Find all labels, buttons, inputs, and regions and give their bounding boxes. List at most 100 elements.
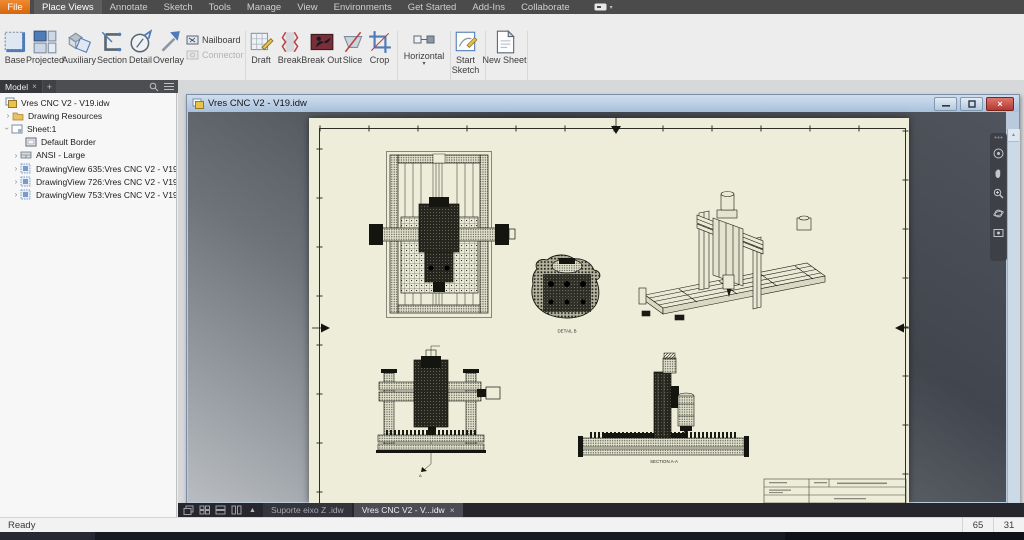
tile-vertical-icon[interactable] bbox=[229, 505, 244, 515]
browser-tab-close-icon[interactable]: × bbox=[32, 82, 37, 91]
status-count-2: 31 bbox=[993, 518, 1024, 533]
browser-menu-icon[interactable] bbox=[164, 82, 174, 91]
menu-tab-collaborate[interactable]: Collaborate bbox=[513, 0, 578, 14]
break-out-button[interactable]: Break Out bbox=[303, 29, 340, 79]
file-menu-button[interactable]: File bbox=[0, 0, 30, 14]
tree-item-default-border[interactable]: Default Border bbox=[0, 136, 176, 149]
sheet-icon bbox=[11, 123, 24, 134]
menu-tab-sketch[interactable]: Sketch bbox=[156, 0, 201, 14]
menu-tab-manage[interactable]: Manage bbox=[239, 0, 289, 14]
document-tab-bar: ▲ Suporte eixo Z .idw Vres CNC V2 - V...… bbox=[178, 503, 1024, 517]
menu-tab-view[interactable]: View bbox=[289, 0, 325, 14]
menu-tab-place-views[interactable]: Place Views bbox=[34, 0, 102, 14]
close-button[interactable]: × bbox=[986, 97, 1014, 111]
base-view-button[interactable]: Base bbox=[1, 29, 29, 79]
tree-item-drawing-view-753[interactable]: › DrawingView 753:Vres CNC V2 - V19.iam bbox=[0, 188, 176, 201]
break-button[interactable]: Break bbox=[275, 29, 304, 79]
taskbar-segment bbox=[0, 532, 95, 540]
ribbon: Base Projected Auxiliary Section Detail bbox=[0, 14, 1024, 81]
tab-list-icon[interactable]: ▲ bbox=[249, 507, 256, 514]
look-at-icon[interactable] bbox=[993, 228, 1004, 238]
drawing-view-section[interactable]: SECTION A-A bbox=[578, 353, 749, 464]
section-view-button[interactable]: Section bbox=[96, 29, 128, 79]
browser-header: Model × + bbox=[0, 80, 178, 93]
search-icon[interactable] bbox=[149, 82, 159, 92]
menu-tab-annotate[interactable]: Annotate bbox=[102, 0, 156, 14]
expand-chevron-icon[interactable]: › bbox=[4, 111, 12, 120]
restore-button[interactable] bbox=[960, 97, 983, 111]
nailboard-button[interactable]: Nailboard bbox=[186, 32, 244, 47]
projected-view-button[interactable]: Projected bbox=[28, 29, 62, 79]
drawing-view-front[interactable]: A bbox=[376, 346, 500, 478]
zoom-icon[interactable] bbox=[993, 188, 1004, 199]
draft-button[interactable]: Draft bbox=[247, 29, 275, 79]
scroll-up-icon[interactable]: ▲ bbox=[1011, 132, 1016, 138]
doc-tab-vres-active[interactable]: Vres CNC V2 - V...idw × bbox=[354, 503, 463, 517]
drawing-canvas[interactable]: DETAIL B bbox=[188, 112, 1006, 502]
tree-item-ansi-large[interactable]: › ANSI - Large bbox=[0, 149, 176, 162]
tile-horizontal-icon[interactable] bbox=[213, 505, 228, 515]
navbar-grip[interactable] bbox=[994, 136, 1003, 139]
status-count-1: 65 bbox=[962, 518, 993, 533]
crop-icon bbox=[367, 29, 393, 55]
screencast-caret-icon[interactable]: ▾ bbox=[610, 4, 613, 11]
start-sketch-button[interactable]: Start Sketch bbox=[447, 29, 484, 79]
cascade-windows-icon[interactable] bbox=[181, 505, 196, 515]
drawing-sheet[interactable]: DETAIL B bbox=[309, 118, 909, 503]
drawing-view-detail[interactable]: DETAIL B bbox=[532, 255, 600, 334]
section-label: SECTION A-A bbox=[650, 459, 678, 464]
status-bar: Ready 65 31 bbox=[0, 517, 1024, 533]
horizontal-panel-button[interactable]: Horizontal ▾ bbox=[401, 29, 447, 79]
expand-chevron-icon[interactable]: › bbox=[12, 190, 20, 199]
browser-add-tab-button[interactable]: + bbox=[43, 80, 56, 93]
overlay-view-button[interactable]: Overlay bbox=[153, 29, 184, 79]
tree-item-drawing-resources[interactable]: › Drawing Resources bbox=[0, 109, 176, 122]
navigation-wheel-icon[interactable] bbox=[993, 148, 1004, 159]
screencast-icon[interactable] bbox=[594, 2, 607, 12]
overlay-icon bbox=[156, 29, 182, 55]
expand-chevron-icon[interactable]: › bbox=[12, 151, 20, 160]
tree-item-drawing-view-635[interactable]: › DrawingView 635:Vres CNC V2 - V19.iam bbox=[0, 162, 176, 175]
drawing-view-iso[interactable] bbox=[639, 192, 825, 321]
section-icon bbox=[99, 29, 125, 55]
tree-item-sheet1[interactable]: › Sheet:1 bbox=[0, 122, 176, 135]
idw-document-icon bbox=[192, 98, 204, 109]
menu-tab-environments[interactable]: Environments bbox=[326, 0, 400, 14]
new-sheet-button[interactable]: New Sheet bbox=[486, 29, 523, 79]
minimize-button[interactable] bbox=[934, 97, 957, 111]
tab-close-icon[interactable]: × bbox=[450, 505, 455, 515]
menu-tab-tools[interactable]: Tools bbox=[201, 0, 239, 14]
tree-item-drawing-view-726[interactable]: › DrawingView 726:Vres CNC V2 - V19.iam bbox=[0, 175, 176, 188]
connector-button: Connector bbox=[186, 47, 244, 62]
tree-item-document-root[interactable]: Vres CNC V2 - V19.idw bbox=[0, 96, 176, 109]
app-root: { "icons": {"close":"×","plus":"+","care… bbox=[0, 0, 1024, 540]
auxiliary-view-button[interactable]: Auxiliary bbox=[61, 29, 97, 79]
connector-icon bbox=[186, 49, 199, 61]
vertical-scrollbar[interactable]: ▲ bbox=[1007, 129, 1020, 519]
nailboard-connector-stack: Nailboard Connector bbox=[186, 32, 244, 62]
drawing-view-icon bbox=[20, 163, 33, 174]
slice-icon bbox=[340, 29, 366, 55]
crop-button[interactable]: Crop bbox=[365, 29, 394, 79]
tile-windows-icon[interactable] bbox=[197, 505, 212, 515]
menu-tab-get-started[interactable]: Get Started bbox=[400, 0, 465, 14]
taskbar-strip bbox=[0, 532, 1024, 540]
browser-tab-model[interactable]: Model × bbox=[0, 80, 42, 93]
expand-chevron-icon[interactable]: › bbox=[12, 164, 20, 173]
drawing-view-icon bbox=[20, 176, 33, 187]
slice-button[interactable]: Slice bbox=[339, 29, 366, 79]
horizontal-caret-icon: ▾ bbox=[422, 62, 425, 66]
doc-tab-suporte[interactable]: Suporte eixo Z .idw bbox=[263, 503, 352, 517]
detail-view-button[interactable]: Detail bbox=[127, 29, 154, 79]
idw-document-icon bbox=[5, 97, 18, 108]
collapse-chevron-icon[interactable]: › bbox=[3, 125, 12, 133]
expand-chevron-icon[interactable]: › bbox=[12, 177, 20, 186]
pan-icon[interactable] bbox=[993, 168, 1004, 179]
border-icon bbox=[25, 137, 38, 148]
drawing-view-top[interactable] bbox=[369, 152, 515, 318]
break-out-icon bbox=[309, 29, 335, 55]
new-sheet-icon bbox=[492, 29, 518, 55]
orbit-icon[interactable] bbox=[993, 208, 1004, 219]
document-titlebar[interactable]: Vres CNC V2 - V19.idw × bbox=[187, 95, 1019, 112]
menu-tab-add-ins[interactable]: Add-Ins bbox=[464, 0, 513, 14]
